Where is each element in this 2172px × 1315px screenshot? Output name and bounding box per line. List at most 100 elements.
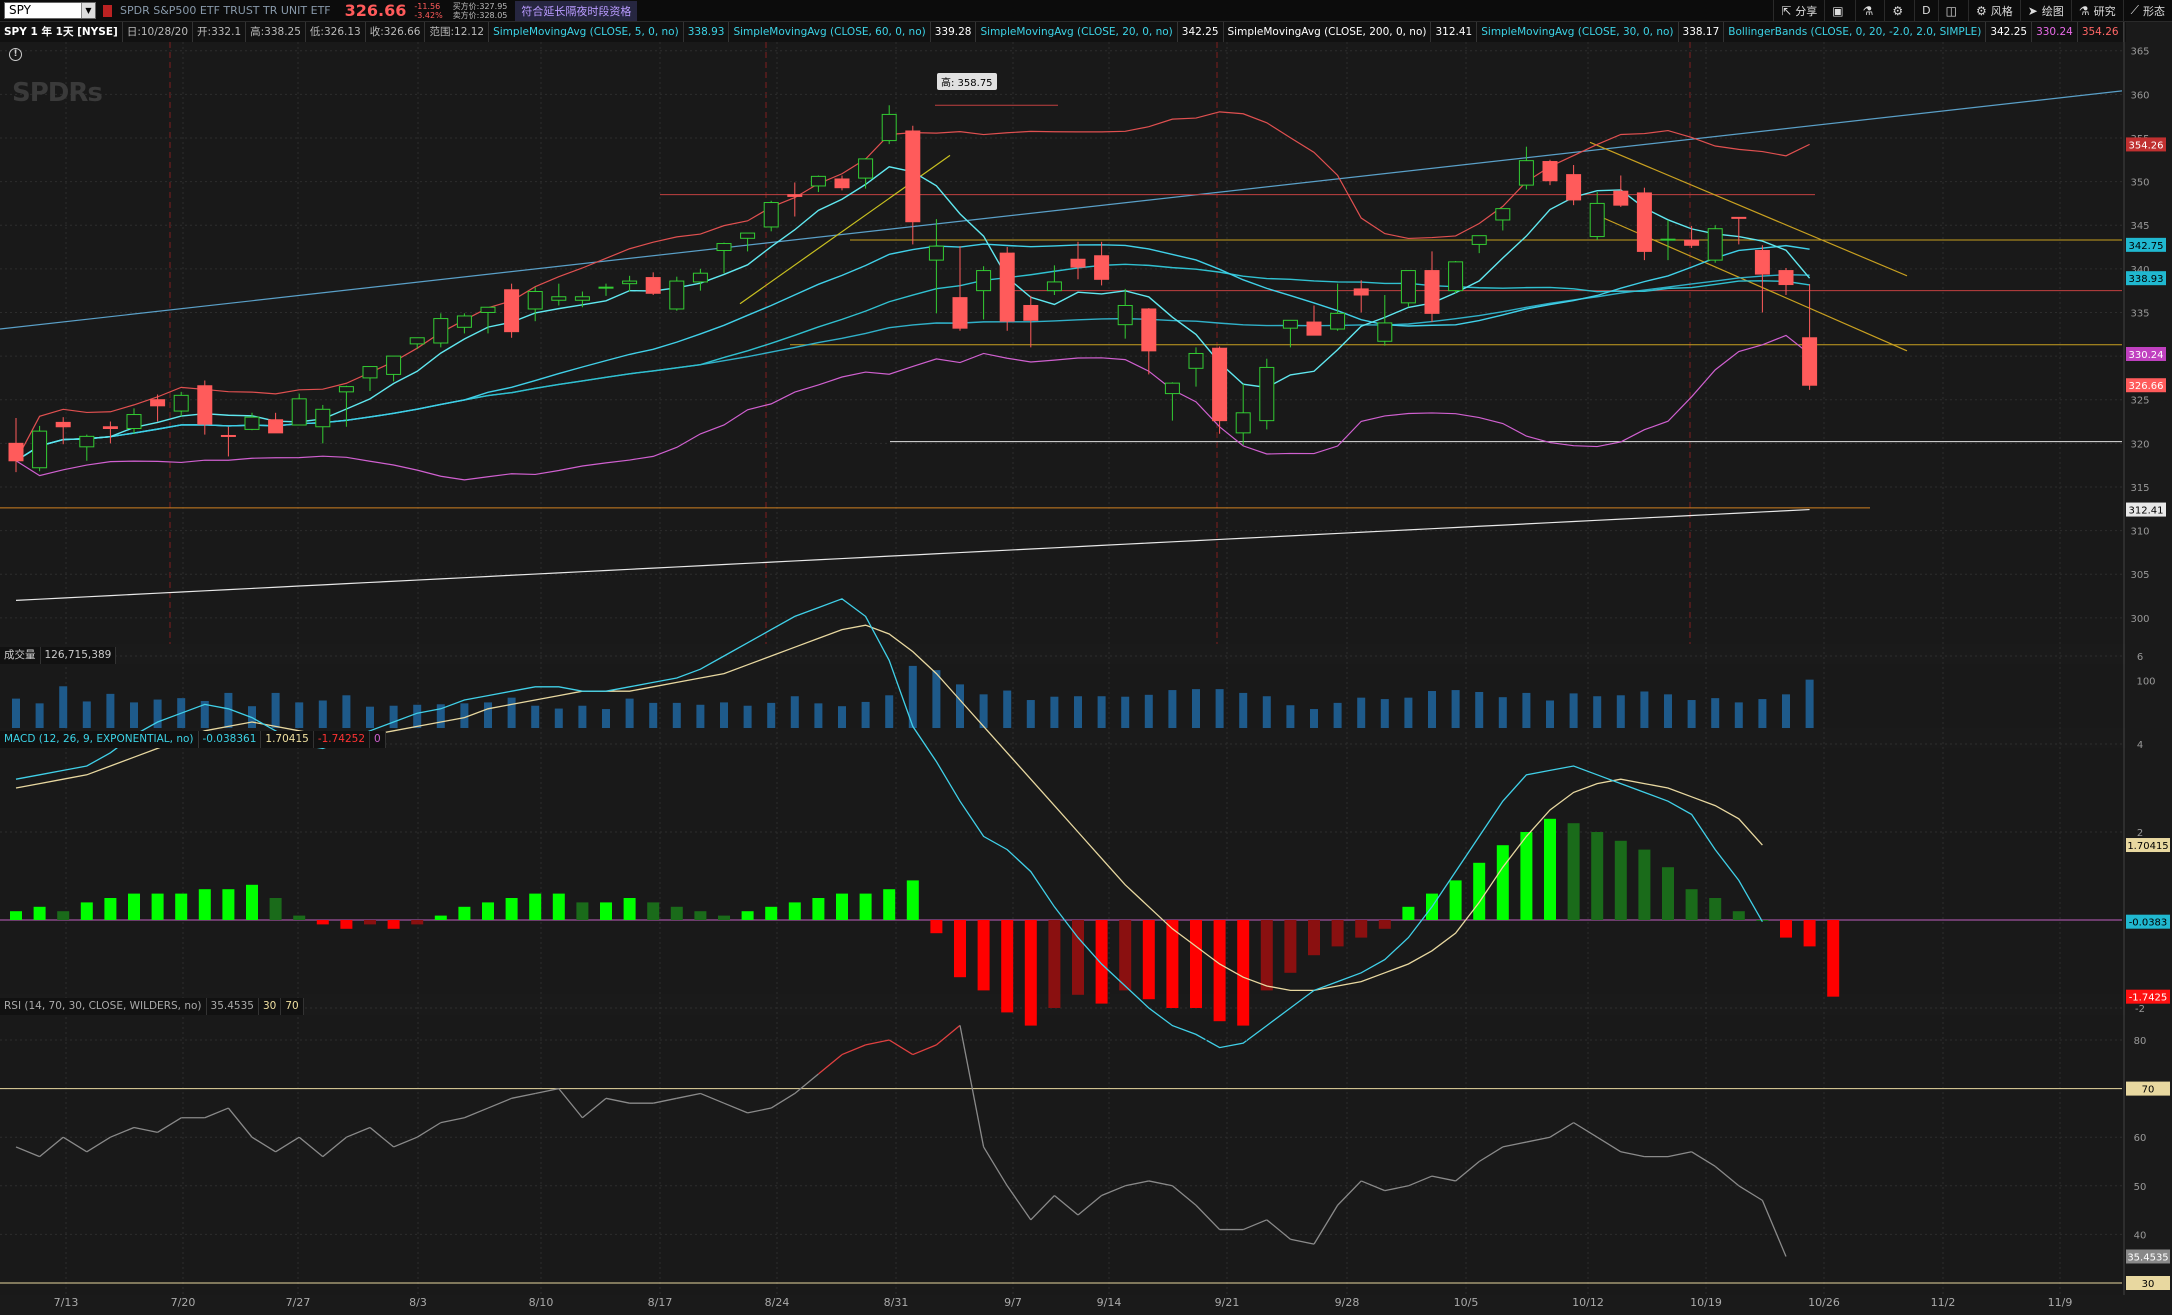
y-tick-label: 350: [2130, 178, 2149, 189]
macd-zero: 0: [370, 731, 386, 748]
macd-histogram-bar: [505, 898, 518, 920]
candle-body: [1495, 208, 1511, 221]
candle-body: [1424, 270, 1440, 314]
candle-body: [8, 442, 24, 462]
macd-avg: 1.70415: [261, 731, 314, 748]
candle-body: [1023, 304, 1039, 321]
candle-body: [1306, 321, 1322, 336]
y-tick-label: 365: [2130, 47, 2149, 58]
macd-value: -0.038361: [199, 731, 262, 748]
info-icon[interactable]: !: [9, 48, 22, 61]
rsi-y-tick: 50: [2134, 1182, 2147, 1193]
volume-bar: [767, 702, 776, 728]
spdr-logo: SPDRs: [12, 78, 103, 108]
candle-body: [1259, 366, 1275, 422]
candle-body: [976, 270, 992, 292]
volume-bar: [1215, 689, 1224, 728]
candle-body: [598, 286, 614, 289]
candle-body: [1448, 261, 1464, 292]
macd-histogram-bar: [1591, 832, 1604, 920]
macd-y-tick: -2: [2135, 1004, 2145, 1015]
volume-panel-title: 成交量 126,715,389: [0, 647, 117, 664]
macd-y-tick: 4: [2137, 740, 2143, 751]
macd-axis-box-label: 1.70415: [2127, 841, 2168, 852]
candle-body: [1589, 202, 1605, 238]
candle-body: [645, 277, 661, 294]
rsi-value: 35.4535: [207, 998, 259, 1015]
volume-bar: [1593, 696, 1602, 728]
volume-bar: [885, 695, 894, 728]
macd-histogram-bar: [1284, 920, 1297, 973]
volume-bar: [1498, 697, 1507, 728]
volume-bar: [1144, 694, 1153, 728]
macd-axis-box-label: -1.7425: [2129, 993, 2168, 1004]
candle-body: [456, 315, 472, 328]
candle-body: [1802, 337, 1818, 386]
candle-body: [622, 280, 638, 285]
candle-body: [928, 245, 944, 261]
candle-body: [1731, 216, 1747, 219]
x-tick-label: 8/3: [409, 1296, 427, 1309]
macd-histogram-bar: [80, 902, 93, 920]
volume-bar: [1121, 696, 1130, 728]
volume-bar: [59, 686, 68, 728]
volume-bar: [1333, 702, 1342, 728]
macd-histogram-bar: [458, 906, 471, 920]
candle-body: [102, 426, 118, 430]
macd-histogram-bar: [104, 898, 117, 920]
volume-bar: [554, 708, 563, 728]
volume-bar: [130, 702, 138, 728]
volume-bar: [861, 701, 870, 728]
macd-histogram-bar: [33, 906, 46, 920]
y-tick-label: 335: [2130, 308, 2149, 319]
candle-body: [1377, 322, 1393, 342]
macd-panel-title: MACD (12, 26, 9, EXPONENTIAL, no) -0.038…: [0, 731, 386, 748]
volume-bar: [1734, 702, 1743, 728]
macd-histogram-bar: [1048, 920, 1061, 1008]
macd-histogram-bar: [670, 906, 683, 920]
candle-body: [952, 297, 968, 329]
macd-histogram-bar: [647, 902, 660, 920]
candle-body: [1117, 304, 1133, 326]
macd-histogram-bar: [859, 893, 872, 920]
candle-body: [338, 386, 354, 393]
volume-bar: [342, 695, 351, 728]
macd-histogram-bar: [1732, 911, 1745, 920]
rsi-title[interactable]: RSI (14, 70, 30, CLOSE, WILDERS, no): [0, 998, 207, 1015]
price-axis-box-label: 354.26: [2129, 140, 2164, 151]
macd-histogram-bar: [364, 920, 376, 925]
price-axis-box-label: 338.93: [2129, 274, 2164, 285]
volume-bar: [295, 702, 304, 728]
volume-bar: [1192, 689, 1200, 728]
volume-bar: [1687, 700, 1696, 728]
rsi-axis-box-label: 30: [2142, 1279, 2155, 1290]
rsi-y-tick: 80: [2134, 1036, 2147, 1047]
macd-histogram-bar: [1166, 920, 1179, 1008]
macd-histogram-bar: [1190, 920, 1202, 1008]
candle-body: [1164, 382, 1180, 395]
x-tick-label: 10/19: [1690, 1296, 1722, 1309]
y-tick-label: 325: [2130, 396, 2149, 407]
y-tick-label: 345: [2130, 221, 2149, 232]
macd-histogram-bar: [741, 911, 754, 920]
candle-body: [1778, 270, 1794, 286]
candle-body: [386, 355, 402, 375]
volume-bar: [790, 696, 799, 728]
volume-bar: [1664, 694, 1672, 728]
volume-bar: [35, 703, 44, 728]
price-axis-box-label: 342.75: [2129, 241, 2164, 252]
volume-bar: [1522, 692, 1531, 728]
macd-title[interactable]: MACD (12, 26, 9, EXPONENTIAL, no): [0, 731, 199, 748]
candle-body: [197, 385, 213, 425]
candle-body: [1707, 228, 1723, 261]
macd-histogram-bar: [1614, 840, 1627, 920]
volume-bar: [602, 709, 610, 728]
candle-body: [763, 202, 779, 228]
macd-histogram-bar: [977, 920, 990, 991]
macd-histogram-bar: [623, 898, 636, 920]
volume-bar: [271, 692, 280, 728]
volume-bar: [1569, 693, 1578, 728]
candle-body: [1613, 190, 1629, 206]
volume-bar: [318, 700, 327, 728]
chart-canvas[interactable]: 7/13 7/20 7/27 8/3 8/10 8/17 8/24 8/31 9/7 9/14 9/…: [0, 0, 2172, 1315]
